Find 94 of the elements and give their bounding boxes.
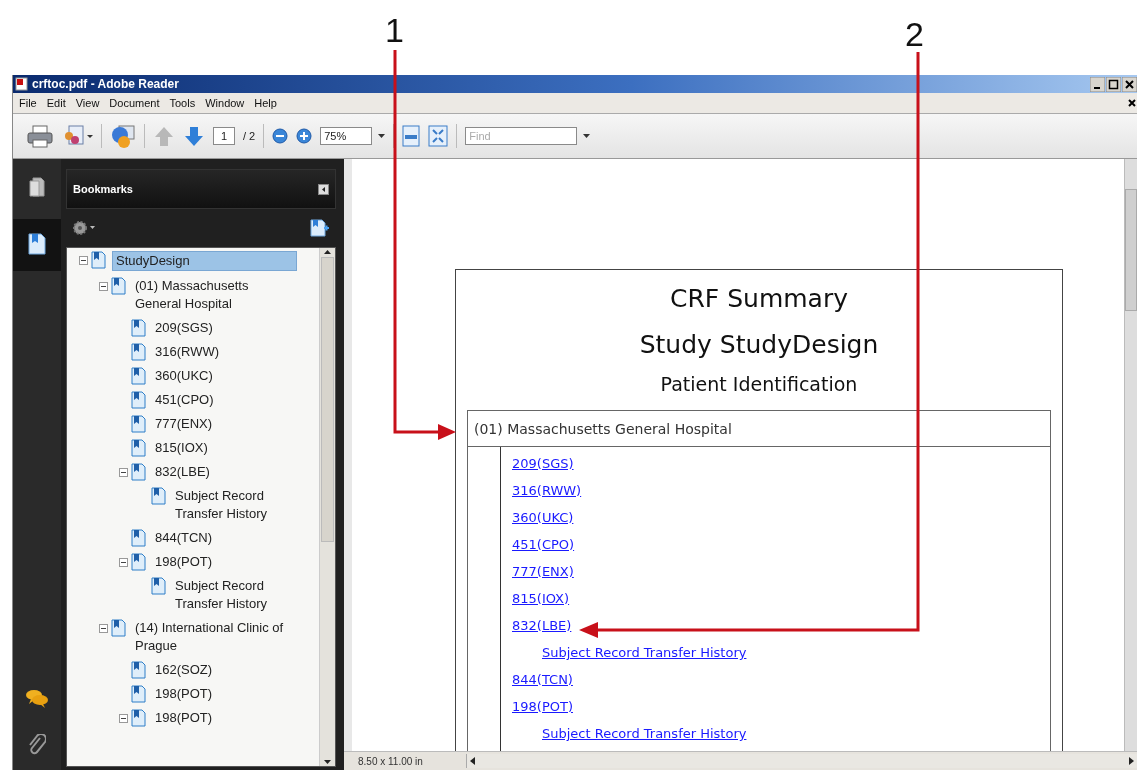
document-title: CRF Summary [669, 284, 849, 314]
scroll-down-icon[interactable] [323, 757, 332, 766]
gear-menu-icon[interactable] [72, 220, 96, 236]
menu-item[interactable]: Help [254, 97, 277, 109]
toc-link[interactable]: 198(POT) [512, 693, 573, 720]
menu-item[interactable]: Window [205, 97, 245, 109]
caret-icon[interactable] [378, 134, 386, 138]
collapse-toggle-icon[interactable] [118, 467, 128, 477]
scrollbar[interactable] [319, 248, 335, 766]
toc-link[interactable]: 844(TCN) [512, 666, 573, 693]
bookmark-item[interactable]: 360(UKC) [152, 367, 297, 385]
down-arrow-icon[interactable] [183, 124, 205, 148]
collapse-toggle-icon[interactable] [98, 281, 108, 291]
collapse-panel-icon[interactable] [318, 183, 329, 195]
scrollbar[interactable] [1124, 159, 1137, 751]
bookmark-item[interactable]: (01) Massachusetts General Hospital [132, 277, 297, 313]
printer-icon[interactable] [27, 124, 53, 148]
toc-link[interactable]: 451(CPO) [512, 531, 575, 558]
new-bookmark-icon[interactable] [310, 219, 330, 237]
toc-link[interactable]: 316(RWW) [512, 477, 582, 504]
bookmark-icon [131, 463, 146, 481]
bookmark-item[interactable]: 198(POT) [152, 685, 297, 703]
bookmark-icon [131, 367, 146, 385]
minimize-icon[interactable] [1090, 76, 1105, 92]
toc-link[interactable]: Subject Record Transfer History [542, 639, 747, 666]
bookmark-item[interactable]: Subject Record Transfer History [172, 577, 297, 613]
zoom-field[interactable]: 75% [320, 127, 373, 145]
bookmark-icon [131, 529, 146, 547]
find-field[interactable]: Find [465, 127, 578, 145]
bookmark-item[interactable]: 832(LBE) [152, 463, 297, 481]
bookmark-item[interactable]: (14) International Clinic of Prague [132, 619, 297, 655]
close-icon[interactable] [1127, 98, 1137, 108]
site-heading: (01) Massachusetts General Hospital [467, 410, 1051, 447]
fit-page-icon[interactable] [428, 125, 449, 147]
bookmark-item[interactable]: 844(TCN) [152, 529, 297, 547]
window-title: crftoc.pdf - Adobe Reader [32, 77, 180, 91]
bookmark-icon [131, 661, 146, 679]
zoom-in-icon[interactable] [296, 128, 313, 144]
bookmark-icon [151, 487, 166, 505]
bookmark-icon [131, 343, 146, 361]
page-count: / 2 [243, 130, 256, 142]
toc-link[interactable]: 360(UKC) [512, 504, 574, 531]
pages-icon[interactable] [29, 177, 45, 197]
collapse-toggle-icon[interactable] [98, 623, 108, 633]
fit-width-icon[interactable] [402, 125, 421, 147]
bookmark-icon [131, 415, 146, 433]
maximize-icon[interactable] [1106, 76, 1121, 92]
toc-link[interactable]: 815(IOX) [512, 585, 570, 612]
menu-item[interactable]: View [75, 97, 100, 109]
callout-number: 2 [905, 16, 924, 52]
bookmark-icon [131, 709, 146, 727]
bookmark-icon [131, 685, 146, 703]
menu-item[interactable]: Edit [46, 97, 66, 109]
toc-link[interactable]: 832(LBE) [512, 612, 572, 639]
bookmark-item[interactable]: 198(POT) [152, 553, 297, 571]
bookmark-item[interactable]: 162(SOZ) [152, 661, 297, 679]
bookmark-icon [91, 251, 106, 269]
collapse-toggle-icon[interactable] [78, 255, 88, 265]
document-subtitle: Study StudyDesign [638, 330, 880, 360]
bookmark-icon [131, 439, 146, 457]
callout-number: 1 [385, 12, 404, 48]
page-number-field[interactable]: 1 [213, 127, 235, 145]
bookmark-icon [111, 277, 126, 295]
caret-icon[interactable] [583, 134, 591, 138]
toc-link[interactable]: Subject Record Transfer History [542, 720, 747, 747]
zoom-out-icon[interactable] [272, 128, 289, 144]
bookmark-item[interactable]: StudyDesign [112, 251, 297, 271]
menu-item[interactable]: Document [109, 97, 160, 109]
bookmark-icon [131, 319, 146, 337]
close-icon[interactable] [1122, 76, 1137, 92]
bookmark-icon [131, 553, 146, 571]
menu-item[interactable]: File [19, 97, 37, 109]
bookmark-item[interactable]: 198(POT) [152, 709, 297, 727]
bookmark-icon [151, 577, 166, 595]
bookmark-item[interactable]: 815(IOX) [152, 439, 297, 457]
bookmark-item[interactable]: 451(CPO) [152, 391, 297, 409]
speech-bubbles-icon[interactable] [25, 688, 49, 708]
bookmark-item[interactable]: 777(ENX) [152, 415, 297, 433]
toc-link[interactable]: 209(SGS) [512, 450, 574, 477]
bookmark-icon [131, 391, 146, 409]
collapse-toggle-icon[interactable] [118, 557, 128, 567]
pdf-file-icon [15, 77, 29, 91]
bookmarks-panel-icon[interactable] [28, 233, 46, 255]
page-size: 8.50 x 11.00 in [357, 755, 424, 767]
panel-title: Bookmarks [73, 183, 133, 195]
bookmark-item[interactable]: 316(RWW) [152, 343, 297, 361]
menu-item[interactable]: Tools [169, 97, 196, 109]
toc-link[interactable]: 777(ENX) [512, 558, 574, 585]
bookmark-item[interactable]: Subject Record Transfer History [172, 487, 297, 523]
collapse-toggle-icon[interactable] [118, 713, 128, 723]
scrollbar[interactable] [466, 754, 1137, 768]
section-heading: Patient Identification [659, 372, 859, 396]
bookmark-item[interactable]: 209(SGS) [152, 319, 297, 337]
bookmark-icon [111, 619, 126, 637]
